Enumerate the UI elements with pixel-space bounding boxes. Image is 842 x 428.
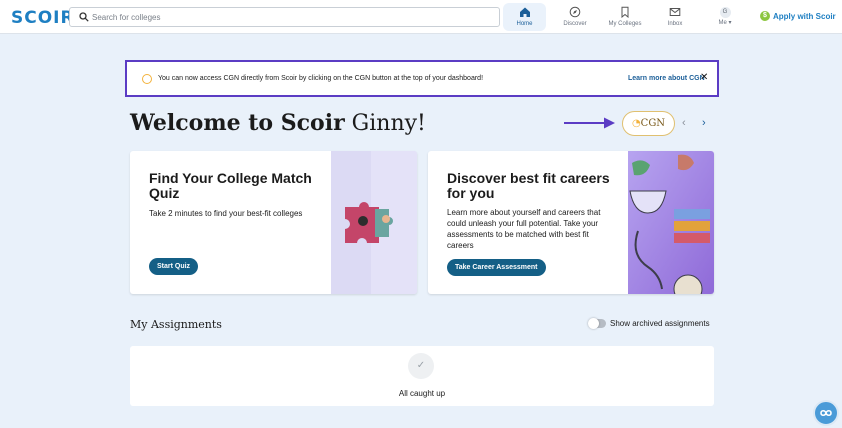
card-title: Discover best fit careers for you	[447, 170, 610, 201]
help-infinity-icon	[820, 409, 832, 417]
cgn-button[interactable]: ◔CGN	[622, 111, 675, 136]
nav-inbox-label: Inbox	[667, 21, 683, 27]
search-input[interactable]	[92, 10, 492, 25]
nav-discover-label: Discover	[563, 21, 587, 27]
user-name: Ginny!	[351, 111, 426, 136]
cgn-announcement-banner: You can now access CGN directly from Sco…	[125, 60, 719, 97]
nav-me-label: Me ▾	[712, 19, 738, 26]
puzzle-illustration	[331, 151, 417, 294]
search-box[interactable]	[69, 7, 500, 27]
careers-illustration	[628, 151, 714, 294]
toggle-knob	[588, 318, 599, 329]
cgn-logo-icon: ◔	[631, 118, 641, 129]
close-icon[interactable]: ✕	[700, 72, 708, 83]
nav-inbox[interactable]: Inbox	[658, 3, 692, 31]
welcome-prefix: Welcome to Scoir	[130, 110, 345, 136]
chevron-down-icon: ▾	[728, 20, 732, 26]
page-title: Welcome to Scoir Ginny!	[130, 110, 426, 136]
chevron-right-icon[interactable]: ›	[702, 117, 706, 129]
nav-home[interactable]: Home	[503, 3, 546, 31]
learn-more-cgn-link[interactable]: Learn more about CGN	[628, 75, 705, 82]
mail-icon	[658, 6, 692, 20]
home-icon	[503, 6, 546, 20]
avatar: G	[719, 7, 731, 18]
empty-state-text: All caught up	[398, 389, 446, 398]
apply-with-scoir-link[interactable]: $ Apply with Scoir	[760, 10, 836, 24]
card-description: Learn more about yourself and careers th…	[447, 208, 601, 250]
college-match-quiz-card: Find Your College Match Quiz Take 2 minu…	[130, 151, 417, 294]
top-header: SCOIR Home Discover My Colleges Inbox G	[0, 0, 842, 34]
banner-content: You can now access CGN directly from Sco…	[134, 67, 710, 91]
banner-text: You can now access CGN directly from Sco…	[158, 75, 484, 82]
dollar-coin-icon: $	[760, 10, 770, 21]
card-description: Take 2 minutes to find your best-fit col…	[149, 209, 303, 218]
bookmark-icon	[602, 6, 648, 20]
compass-icon	[555, 6, 595, 20]
apply-label: Apply with Scoir	[773, 12, 836, 21]
help-button[interactable]	[813, 400, 839, 426]
scoir-logo[interactable]: SCOIR	[11, 8, 75, 28]
arrow-right-icon	[564, 117, 615, 129]
cgn-logo-icon	[142, 74, 152, 84]
show-archived-toggle[interactable]	[588, 318, 606, 329]
nav-my-colleges-label: My Colleges	[608, 21, 642, 27]
check-icon: ✓	[408, 353, 434, 379]
chevron-left-icon[interactable]: ‹	[682, 117, 686, 129]
nav-me-text: Me	[718, 20, 727, 26]
nav-home-label: Home	[516, 21, 533, 27]
nav-discover[interactable]: Discover	[555, 3, 595, 31]
start-quiz-button[interactable]: Start Quiz	[149, 258, 199, 275]
take-career-assessment-button[interactable]: Take Career Assessment	[447, 259, 546, 276]
cgn-button-label: CGN	[640, 118, 666, 129]
my-assignments-heading: My Assignments	[130, 318, 222, 331]
nav-me[interactable]: G Me ▾	[712, 3, 738, 31]
search-icon	[79, 12, 89, 22]
card-title: Find Your College Match Quiz	[149, 170, 312, 201]
assignments-panel: ✓ All caught up	[130, 346, 714, 406]
nav-my-colleges[interactable]: My Colleges	[602, 3, 648, 31]
show-archived-label: Show archived assignments	[610, 319, 710, 328]
career-assessment-card: Discover best fit careers for you Learn …	[428, 151, 714, 294]
